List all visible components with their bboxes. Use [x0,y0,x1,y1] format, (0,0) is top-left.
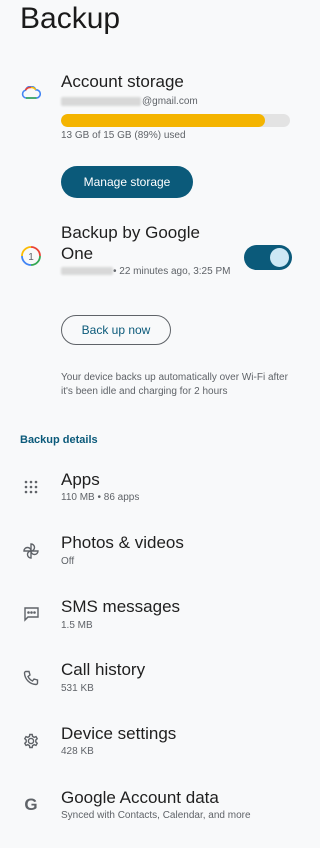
last-backup-status: • 22 minutes ago, 3:25 PM [61,265,241,279]
detail-sub: Synced with Contacts, Calendar, and more [61,810,251,821]
detail-label: SMS messages [61,597,181,616]
detail-label: Apps [61,470,100,489]
storage-usage-text: 13 GB of 15 GB (89%) used [61,130,186,141]
storage-progress-bar [61,114,290,127]
email-suffix: @gmail.com [142,96,198,107]
detail-label: Call history [61,660,146,679]
google-one-icon: 1 [20,245,42,267]
detail-sub: 1.5 MB [61,620,93,631]
manage-storage-button[interactable]: Manage storage [61,166,193,198]
back-up-now-button[interactable]: Back up now [61,315,171,345]
page-title: Backup [20,2,121,35]
svg-text:G: G [24,795,37,813]
google-g-icon: G [20,793,42,815]
backup-toggle-switch[interactable] [244,245,292,270]
detail-sub: Off [61,556,75,567]
message-icon [20,603,42,625]
storage-progress-fill [61,114,265,127]
pinwheel-icon [20,540,42,562]
svg-text:1: 1 [28,252,34,263]
last-backup-time: • 22 minutes ago, 3:25 PM [113,266,231,277]
apps-grid-icon [20,476,42,498]
toggle-knob [270,248,289,267]
backup-helper-text: Your device backs up automatically over … [61,372,288,397]
backup-google-one-title: Backup by Google One [61,223,200,263]
detail-label: Photos & videos [61,533,184,552]
detail-label: Device settings [61,724,177,743]
detail-sub: 531 KB [61,683,94,694]
backup-details-header: Backup details [20,434,98,446]
detail-sub: 428 KB [61,746,94,757]
cloud-icon [20,82,42,104]
account-storage-title: Account storage [61,72,184,91]
redacted-device-name [61,267,113,276]
gear-icon [20,730,42,752]
phone-icon [20,667,42,689]
detail-sub: 110 MB • 86 apps [61,492,140,503]
account-email: @gmail.com [61,96,198,107]
redacted-email-name [61,96,141,106]
detail-label: Google Account data [61,788,219,807]
